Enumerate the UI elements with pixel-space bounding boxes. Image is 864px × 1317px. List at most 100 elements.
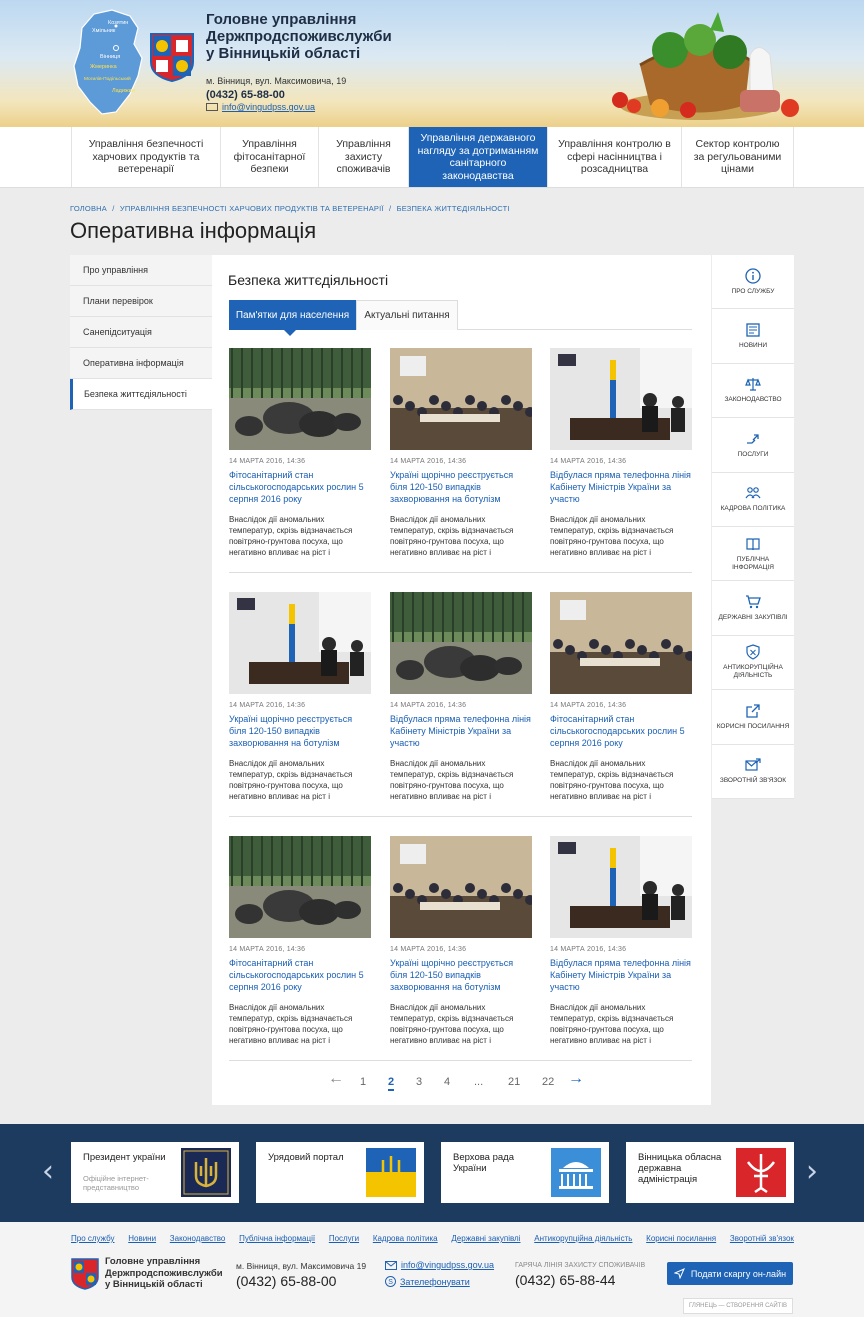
news-title-link[interactable]: Україні щорічно реєструється біля 120-15…: [390, 469, 532, 507]
news-thumbnail[interactable]: [390, 592, 532, 694]
pagination-page[interactable]: 4: [444, 1076, 450, 1088]
footer-link[interactable]: Законодавство: [170, 1234, 226, 1243]
partner-parliament[interactable]: Верхова рада України: [441, 1142, 609, 1203]
breadcrumb-section[interactable]: Управління безпечності харчових продукті…: [120, 204, 384, 213]
pagination-page[interactable]: 3: [416, 1076, 422, 1088]
developer-credit[interactable]: Глянець — створення сайтів: [683, 1298, 793, 1314]
footer-link[interactable]: Послуги: [329, 1234, 359, 1243]
nav-item-seed-control[interactable]: Управління контролю в сфері насінництва …: [548, 127, 682, 187]
footer-email-text[interactable]: info@vingudpss.gov.ua: [401, 1260, 494, 1270]
news-card[interactable]: 14 МАРТА 2016, 14:36 Фітосанітарний стан …: [229, 836, 371, 1046]
header-phone[interactable]: (0432) 65-88-00: [206, 89, 285, 101]
footer-link[interactable]: Зворотній зв'язок: [730, 1234, 794, 1243]
footer-link[interactable]: Антикорупційна діяльність: [534, 1234, 632, 1243]
quicklink-news[interactable]: Новини: [712, 309, 794, 364]
footer-link[interactable]: Новини: [128, 1234, 156, 1243]
partner-president[interactable]: Президент україни Офіційне інтернет-пред…: [71, 1142, 239, 1203]
sidebar-item-operative-info[interactable]: Оперативна інформація: [70, 348, 212, 379]
news-card[interactable]: 14 МАРТА 2016, 14:36 Україні щорічно реєс…: [229, 592, 371, 802]
quicklink-label: Послуги: [737, 450, 769, 458]
news-date: 14 МАРТА 2016, 14:36: [550, 946, 627, 953]
quicklink-public-info[interactable]: Публічна інформація: [712, 527, 794, 582]
news-thumbnail[interactable]: [390, 836, 532, 938]
news-card[interactable]: 14 МАРТА 2016, 14:36 Фітосанітарний стан …: [229, 348, 371, 558]
sidebar-item-life-safety[interactable]: Безпека життєдіяльності: [70, 379, 212, 410]
sidebar-item-about[interactable]: Про управління: [70, 255, 212, 286]
news-title-link[interactable]: Відбулася пряма телефонна лінія Кабінету…: [550, 957, 692, 995]
news-title-link[interactable]: Україні щорічно реєструється біля 120-15…: [229, 713, 371, 751]
pagination-page[interactable]: 21: [508, 1076, 520, 1088]
nav-item-food-safety[interactable]: Управління безпечності харчових продукті…: [71, 127, 221, 187]
footer-link[interactable]: Кадрова політика: [373, 1234, 438, 1243]
quicklink-about[interactable]: Про службу: [712, 255, 794, 310]
hotline-phone[interactable]: (0432) 65-88-44: [515, 1272, 615, 1288]
pagination-prev-arrow[interactable]: ←: [328, 1070, 344, 1088]
news-title-link[interactable]: Відбулася пряма телефонна лінія Кабінету…: [390, 713, 532, 751]
active-tab-indicator: [284, 330, 296, 336]
quicklink-label: Кадрова політика: [720, 505, 786, 513]
quicklink-anticorruption[interactable]: Антикорупційна діяльність: [712, 636, 794, 691]
news-thumbnail[interactable]: [550, 836, 692, 938]
news-card[interactable]: 14 МАРТА 2016, 14:36 Відбулася пряма теле…: [390, 592, 532, 802]
news-card[interactable]: 14 МАРТА 2016, 14:36 Відбулася пряма теле…: [550, 836, 692, 1046]
coat-of-arms-icon: [150, 33, 194, 82]
footer-call-text[interactable]: Зателефонувати: [400, 1277, 470, 1287]
pagination-page-current[interactable]: 2: [388, 1076, 395, 1091]
nav-item-consumer-protection[interactable]: Управління захисту споживачів: [319, 127, 409, 187]
pagination-next-arrow[interactable]: →: [568, 1070, 584, 1088]
footer-link[interactable]: Публічна інформації: [239, 1234, 315, 1243]
partner-regional-admin[interactable]: Вінницька обласна державна адміністрація: [626, 1142, 794, 1203]
news-thumbnail[interactable]: [229, 592, 371, 694]
news-title-link[interactable]: Фітосанітарний стан сільськогосподарськи…: [229, 957, 371, 995]
news-thumbnail[interactable]: [229, 348, 371, 450]
news-title-link[interactable]: Україні щорічно реєструється біля 120-15…: [390, 957, 532, 995]
quicklink-legislation[interactable]: Законодавство: [712, 364, 794, 419]
news-excerpt: Внаслідок дії аномальних температур, скр…: [390, 759, 514, 801]
news-card[interactable]: 14 МАРТА 2016, 14:36 Україні щорічно реєс…: [390, 836, 532, 1046]
news-title-link[interactable]: Фітосанітарний стан сільськогосподарськи…: [550, 713, 692, 751]
news-thumbnail[interactable]: [550, 348, 692, 450]
quicklink-useful-links[interactable]: Корисні посилання: [712, 690, 794, 745]
tab-memos[interactable]: Пам'ятки для населення: [229, 300, 356, 330]
quicklink-services[interactable]: Послуги: [712, 418, 794, 473]
news-title-link[interactable]: Відбулася пряма телефонна лінія Кабінету…: [550, 469, 692, 507]
sidebar-item-epidemic-situation[interactable]: Санепідситуація: [70, 317, 212, 348]
breadcrumb-separator: /: [112, 204, 115, 213]
partner-title: Вінницька обласна державна адміністрація: [638, 1152, 722, 1185]
carousel-next-arrow[interactable]: ›: [806, 1154, 818, 1189]
quicklink-label: Про службу: [731, 287, 775, 295]
partner-gov-portal[interactable]: Урядовий портал: [256, 1142, 424, 1203]
pagination-page[interactable]: 1: [360, 1076, 366, 1088]
quicklink-label: Законодавство: [724, 396, 782, 404]
footer-link[interactable]: Корисні посилання: [646, 1234, 716, 1243]
nav-item-price-control[interactable]: Сектор контролю за регульованими цінами: [682, 127, 794, 187]
header-email[interactable]: info@vingudpss.gov.ua: [206, 102, 315, 112]
footer-link[interactable]: Державні закупівлі: [451, 1234, 520, 1243]
nav-item-sanitary-supervision[interactable]: Управління державного нагляду за дотрима…: [409, 127, 548, 187]
news-thumbnail[interactable]: [390, 348, 532, 450]
quicklink-hr-policy[interactable]: Кадрова політика: [712, 473, 794, 527]
footer-skype-call[interactable]: S Зателефонувати: [385, 1276, 470, 1287]
footer-link[interactable]: Про службу: [71, 1234, 114, 1243]
complaint-online-button[interactable]: Подати скаргу он-лайн: [667, 1262, 793, 1285]
news-title-link[interactable]: Фітосанітарний стан сільськогосподарськи…: [229, 469, 371, 507]
news-card[interactable]: 14 МАРТА 2016, 14:36 Фітосанітарний стан …: [550, 592, 692, 802]
news-thumbnail[interactable]: [229, 836, 371, 938]
breadcrumb-home[interactable]: Головна: [70, 204, 107, 213]
header-email-text[interactable]: info@vingudpss.gov.ua: [222, 102, 315, 112]
quicklink-feedback[interactable]: Зворотній зв'язок: [712, 745, 794, 799]
footer-email[interactable]: info@vingudpss.gov.ua: [385, 1260, 494, 1270]
news-card[interactable]: 14 МАРТА 2016, 14:36 Україні щорічно реєс…: [390, 348, 532, 558]
sidebar-item-inspection-plans[interactable]: Плани перевірок: [70, 286, 212, 317]
news-thumbnail[interactable]: [550, 592, 692, 694]
footer-phone[interactable]: (0432) 65-88-00: [236, 1273, 336, 1289]
map-label: Могилів-Подільський: [84, 75, 131, 82]
news-card[interactable]: 14 МАРТА 2016, 14:36 Відбулася пряма теле…: [550, 348, 692, 558]
region-map-icon[interactable]: Козятин Хмільник Вінниця Жмеринка Могилі…: [72, 6, 146, 118]
carousel-prev-arrow[interactable]: ‹: [42, 1154, 54, 1189]
pagination-page[interactable]: 22: [542, 1076, 554, 1088]
nav-item-phytosanitary[interactable]: Управління фітосанітарної безпеки: [221, 127, 319, 187]
tab-current-issues[interactable]: Актуальні питання: [356, 300, 458, 330]
shield-icon: [746, 644, 760, 661]
quicklink-procurement[interactable]: Державні закупівлі: [712, 581, 794, 636]
